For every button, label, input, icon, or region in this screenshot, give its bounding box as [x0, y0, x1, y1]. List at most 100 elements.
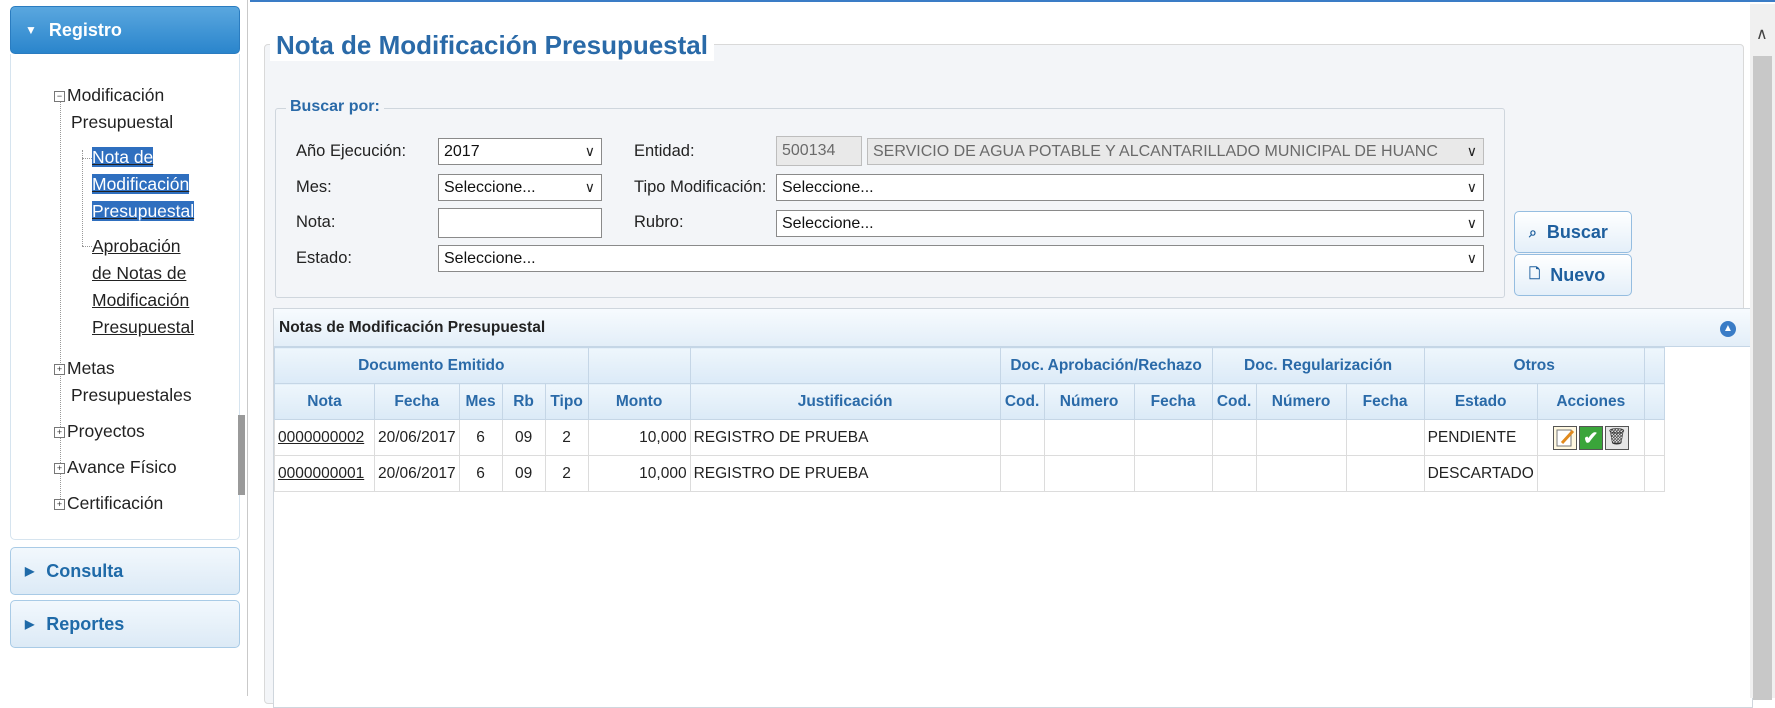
cell-rb: 09: [501, 419, 546, 456]
cell-mes: 6: [458, 419, 503, 456]
sidebar-scrollbar[interactable]: [238, 415, 245, 495]
entidad-label: Entidad:: [634, 142, 695, 160]
column-header-aprob-numero[interactable]: Número: [1043, 383, 1135, 420]
expand-icon[interactable]: +: [54, 463, 65, 474]
scrollbar-thumb[interactable]: [1753, 56, 1772, 700]
sidebar: ▼ Registro − Modificación Presupuestal No…: [0, 0, 248, 696]
delete-trash-icon[interactable]: 🗑: [1604, 425, 1629, 450]
tree-item-nota-label-3: Presupuestal: [92, 201, 195, 221]
cell-fecha: 20/06/2017: [374, 455, 460, 492]
cell-tipo: 2: [544, 455, 589, 492]
column-header-fecha[interactable]: Fecha: [374, 383, 460, 420]
anio-select[interactable]: 2017 ∨: [438, 138, 602, 165]
accordion-consulta[interactable]: ▶ Consulta: [10, 547, 240, 595]
tree-item-nota-label-1: Nota de: [92, 147, 154, 167]
nota-link[interactable]: 0000000002: [274, 419, 375, 456]
grid-table: Documento Emitido Doc. Aprobación/Rechaz…: [274, 347, 1665, 492]
tree-item-metas[interactable]: + Metas Presupuestales: [54, 355, 192, 409]
cell-empty: [999, 419, 1045, 456]
cell-acciones: [1536, 455, 1645, 492]
tree-item-modificacion-label-2: Presupuestal: [71, 112, 174, 132]
entidad-code-field: 500134: [776, 136, 862, 166]
tipo-select[interactable]: Seleccione... ∨: [776, 174, 1484, 201]
column-header-nota[interactable]: Nota: [274, 383, 375, 420]
tipo-label: Tipo Modificación:: [634, 178, 767, 196]
nota-input[interactable]: [438, 208, 602, 238]
collapse-grid-icon[interactable]: ▲: [1720, 321, 1736, 337]
cell-justificacion: REGISTRO DE PRUEBA: [689, 455, 1001, 492]
mes-select[interactable]: Seleccione... ∨: [438, 174, 602, 201]
expand-icon[interactable]: +: [54, 499, 65, 510]
buscar-button[interactable]: ⌕ Buscar: [1514, 211, 1632, 253]
search-icon: ⌕: [1529, 223, 1537, 240]
expand-icon[interactable]: +: [54, 364, 65, 375]
tree-item-certificacion-label: Certificación: [67, 493, 164, 513]
cell-empty: [1211, 419, 1257, 456]
chevron-down-icon: ∨: [584, 143, 595, 159]
column-header-acciones: Acciones: [1536, 383, 1645, 420]
tree-item-nota[interactable]: Nota de Modificación Presupuestal: [92, 144, 195, 225]
cell-rb: 09: [501, 455, 546, 492]
tree-item-aprobacion-label-4: Presupuestal: [92, 317, 195, 337]
column-header-estado[interactable]: Estado: [1423, 383, 1538, 420]
table-row[interactable]: 0000000002 20/06/2017 6 09 2 10,000 REGI…: [274, 419, 1665, 456]
main-content: Nota de Modificación Presupuestal Buscar…: [250, 0, 1775, 708]
rubro-select[interactable]: Seleccione... ∨: [776, 210, 1484, 237]
tree-item-certificacion[interactable]: + Certificación: [54, 490, 163, 517]
accordion-registro[interactable]: ▼ Registro: [10, 6, 240, 54]
accordion-consulta-label: Consulta: [46, 560, 124, 581]
tree-item-modificacion[interactable]: − Modificación Presupuestal: [54, 82, 173, 136]
rubro-value: Seleccione...: [782, 215, 874, 232]
accordion-reportes[interactable]: ▶ Reportes: [10, 600, 240, 648]
tree-item-avance[interactable]: + Avance Físico: [54, 454, 177, 481]
tree-item-metas-label-2: Presupuestales: [71, 385, 192, 405]
cell-monto: 10,000: [587, 455, 691, 492]
scroll-up-icon[interactable]: ∧: [1756, 24, 1768, 44]
nota-label: Nota:: [296, 213, 336, 231]
column-header-tipo[interactable]: Tipo: [544, 383, 589, 420]
column-header-aprob-cod[interactable]: Cod.: [999, 383, 1045, 420]
anio-label: Año Ejecución:: [296, 142, 407, 160]
entidad-name: SERVICIO DE AGUA POTABLE Y ALCANTARILLAD…: [873, 143, 1438, 160]
tree-item-aprobacion-label-2: de Notas de: [92, 263, 187, 283]
column-header-justificacion[interactable]: Justificación: [689, 383, 1001, 420]
group-header-blank: [1643, 347, 1665, 384]
caret-right-icon: ▶: [25, 617, 35, 631]
table-row[interactable]: 0000000001 20/06/2017 6 09 2 10,000 REGI…: [274, 455, 1665, 492]
cell-empty: [1133, 455, 1213, 492]
group-header-otros: Otros: [1423, 347, 1645, 384]
collapse-icon[interactable]: −: [54, 91, 65, 102]
column-header-monto[interactable]: Monto: [587, 383, 691, 420]
cell-empty: [1043, 455, 1135, 492]
estado-select[interactable]: Seleccione... ∨: [438, 245, 1484, 272]
approve-check-icon[interactable]: ✔: [1578, 425, 1603, 450]
nuevo-button[interactable]: 🗋 Nuevo: [1514, 254, 1632, 296]
grid-caption-text: Notas de Modificación Presupuestal: [279, 319, 546, 336]
tree-item-aprobacion[interactable]: Aprobación de Notas de Modificación Pres…: [92, 233, 194, 341]
nota-link[interactable]: 0000000001: [274, 455, 375, 492]
new-document-icon: 🗋: [1529, 265, 1541, 281]
cell-empty: [1643, 419, 1665, 456]
cell-monto: 10,000: [587, 419, 691, 456]
search-legend: Buscar por:: [286, 98, 384, 116]
caret-right-icon: ▶: [25, 564, 35, 578]
cell-empty: [1133, 419, 1213, 456]
column-header-reg-fecha[interactable]: Fecha: [1345, 383, 1425, 420]
edit-icon[interactable]: [1552, 425, 1577, 450]
tree-item-aprobacion-label-1: Aprobación: [92, 236, 181, 256]
column-header-mes[interactable]: Mes: [458, 383, 503, 420]
chevron-down-icon: ∨: [1466, 250, 1477, 266]
group-header-aprobacion: Doc. Aprobación/Rechazo: [999, 347, 1213, 384]
tree-item-proyectos[interactable]: + Proyectos: [54, 418, 145, 445]
tree-item-metas-label-1: Metas: [67, 358, 115, 378]
chevron-down-icon: ∨: [1466, 215, 1477, 231]
expand-icon[interactable]: +: [54, 427, 65, 438]
column-header-aprob-fecha[interactable]: Fecha: [1133, 383, 1213, 420]
column-header-rb[interactable]: Rb: [501, 383, 546, 420]
column-header-reg-numero[interactable]: Número: [1255, 383, 1347, 420]
page-title: Nota de Modificación Presupuestal: [270, 30, 714, 61]
entidad-code: 500134: [782, 142, 836, 159]
page-scrollbar[interactable]: ∧: [1750, 4, 1775, 700]
cell-empty: [999, 455, 1045, 492]
column-header-reg-cod[interactable]: Cod.: [1211, 383, 1257, 420]
